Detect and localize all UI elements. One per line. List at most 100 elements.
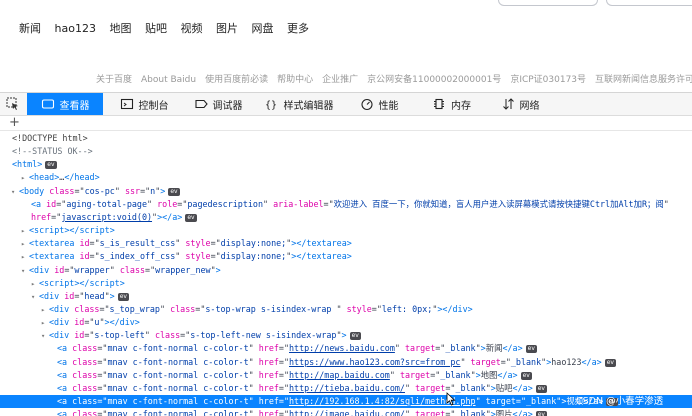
nav-link[interactable]: 视频 [180, 21, 202, 37]
footer-link[interactable]: 京公网安备11000002000001号 [367, 74, 501, 86]
attr-link[interactable]: http://tieba.baidu.com/ [289, 383, 405, 393]
markup-node-row[interactable]: <html> ev [0, 158, 692, 171]
tab-performance[interactable]: 性能 [348, 93, 410, 115]
search-button-fragment[interactable] [606, 0, 692, 6]
footer-link[interactable]: 帮助中心 [277, 74, 313, 86]
close-tag-name: textarea [306, 238, 347, 249]
markup-node-row[interactable]: ▾ <div id="s-top-left" class="s-top-left-… [0, 329, 692, 342]
nav-link[interactable]: 更多 [287, 21, 309, 37]
event-badge[interactable]: ev [525, 345, 537, 354]
tab-inspector[interactable]: 查看器 [27, 93, 103, 115]
attr-eq: =" [84, 317, 95, 328]
event-badge[interactable]: ev [520, 371, 532, 380]
markup-node-row[interactable]: <!--STATUS OK--> [0, 145, 692, 158]
tag-name: head [34, 172, 55, 183]
debugger-icon [194, 99, 208, 109]
markup-node-row[interactable]: ▸ <textarea id="s_is_result_css" style="d… [0, 237, 692, 250]
attr-eq: =" [210, 238, 221, 249]
footer-link[interactable]: 使用百度前必读 [205, 74, 268, 86]
collapse-twisty-icon[interactable]: ▸ [21, 238, 29, 251]
collapse-twisty-icon[interactable]: ▸ [21, 251, 29, 264]
collapse-twisty-icon[interactable]: ▸ [21, 172, 29, 185]
nav-link[interactable]: 图片 [216, 21, 238, 37]
tab-console[interactable]: 控制台 [110, 93, 178, 115]
attr-eq: =" [323, 198, 334, 209]
markup-node-row[interactable]: ▸ <script></script> [0, 224, 692, 237]
attr-name: target [485, 396, 516, 406]
event-badge[interactable]: ev [604, 358, 616, 367]
markup-node-row[interactable]: ▾ <body class="cos-pc" ssr="n"> ev [0, 185, 692, 198]
expand-twisty-icon[interactable]: ▾ [31, 291, 39, 304]
attr-name: class [49, 185, 75, 196]
attr-name: class [154, 330, 181, 341]
close-tag-name: script [79, 225, 110, 236]
attr-eq: =" [195, 303, 206, 314]
footer-link[interactable]: About Baidu [141, 74, 196, 86]
tab-debugger[interactable]: 调试器 [186, 93, 250, 115]
event-badge[interactable]: ev [535, 384, 547, 393]
tag-bracket: > [215, 264, 221, 275]
attr-eq: =" [97, 356, 108, 367]
attr-name: target [404, 343, 436, 354]
expand-twisty-icon[interactable]: ▾ [21, 265, 29, 278]
footer-link[interactable]: 企业推广 [322, 74, 358, 86]
attr-eq: =" [97, 382, 108, 393]
markup-node-row[interactable]: ▸ <div id="u"></div> [0, 316, 692, 329]
markup-node-row[interactable]: ▾ <div id="wrapper" class="wrapper_new"> [0, 264, 692, 277]
event-badge[interactable]: ev [349, 332, 361, 341]
tag-name: script [44, 277, 75, 288]
attr-link[interactable]: https://www.hao123.com?src=from_pc [289, 357, 460, 367]
markup-node-row[interactable]: ▸ <div class="s_top_wrap" class="s-top-wr… [0, 303, 692, 316]
attr-name: class [72, 369, 98, 380]
nav-link[interactable]: 地图 [109, 21, 131, 37]
attr-eq: =" [278, 343, 289, 354]
event-badge[interactable]: ev [185, 213, 197, 222]
markup-node-row[interactable]: <a class="mnav c-font-normal c-color-t" … [0, 356, 692, 369]
attr-value: _blank [455, 382, 486, 393]
nav-link[interactable]: 贴吧 [145, 21, 167, 37]
footer-link[interactable]: 关于百度 [96, 74, 132, 86]
markup-node-row[interactable]: <a id="aging-total-page" role="pagedescr… [0, 198, 692, 211]
markup-node-row[interactable]: ▸ <script></script> [0, 277, 692, 290]
tab-style-editor[interactable]: {} 样式编辑器 [258, 93, 340, 115]
tab-network[interactable]: 网络 [492, 93, 548, 115]
attr-name: style [185, 238, 211, 249]
markup-node-row[interactable]: href="javascript:void(0)"></a> ev [0, 211, 692, 224]
search-box-fragment [498, 0, 598, 6]
footer-link[interactable]: 京ICP证030173号 [510, 74, 586, 86]
collapse-twisty-icon[interactable]: ▸ [31, 278, 39, 291]
attr-eq: =" [435, 343, 446, 354]
collapse-twisty-icon[interactable]: ▸ [41, 317, 49, 330]
markup-node-row[interactable]: <a class="mnav c-font-normal c-color-t" … [0, 369, 692, 382]
tab-memory[interactable]: 内存 [419, 93, 484, 115]
markup-node-row[interactable]: <!DOCTYPE html> [0, 132, 692, 145]
network-icon [502, 98, 514, 110]
collapse-twisty-icon[interactable]: ▸ [41, 304, 49, 317]
markup-node-row[interactable]: <a class="mnav c-font-normal c-color-t" … [0, 342, 692, 355]
markup-node-row[interactable]: ▾ <div id="head"> ev [0, 290, 692, 303]
tab-label: 查看器 [59, 100, 90, 112]
nav-link[interactable]: 新闻 [19, 21, 41, 37]
event-badge[interactable]: ev [168, 187, 180, 196]
event-badge[interactable]: ev [535, 411, 547, 416]
attr-link[interactable]: http://map.baidu.com [289, 370, 390, 380]
attr-link[interactable]: javascript:void(0) [61, 212, 152, 222]
nav-link[interactable]: 网盘 [251, 21, 273, 37]
collapse-twisty-icon[interactable]: ▸ [21, 225, 29, 238]
add-node-icon[interactable]: + [9, 116, 20, 130]
attr-quote: " [248, 369, 254, 380]
attr-link[interactable]: http://news.baidu.com [289, 343, 395, 353]
inspector-subbar: + [0, 116, 692, 131]
performance-icon [360, 98, 373, 111]
nav-link[interactable]: hao123 [55, 21, 96, 37]
attr-name: id [74, 330, 85, 341]
attr-quote: " [248, 343, 254, 354]
event-badge[interactable]: ev [117, 292, 129, 301]
expand-twisty-icon[interactable]: ▾ [41, 330, 49, 343]
footer-link[interactable]: 互联网新闻信息服务许可 [595, 74, 692, 86]
event-badge[interactable]: ev [45, 161, 57, 170]
expand-twisty-icon[interactable]: ▾ [11, 186, 19, 199]
markup-node-row[interactable]: ▸ <textarea id="s_index_off_css" style="d… [0, 250, 692, 263]
element-picker-icon[interactable] [6, 97, 19, 110]
markup-node-row[interactable]: ▸ <head>…</head> [0, 171, 692, 184]
